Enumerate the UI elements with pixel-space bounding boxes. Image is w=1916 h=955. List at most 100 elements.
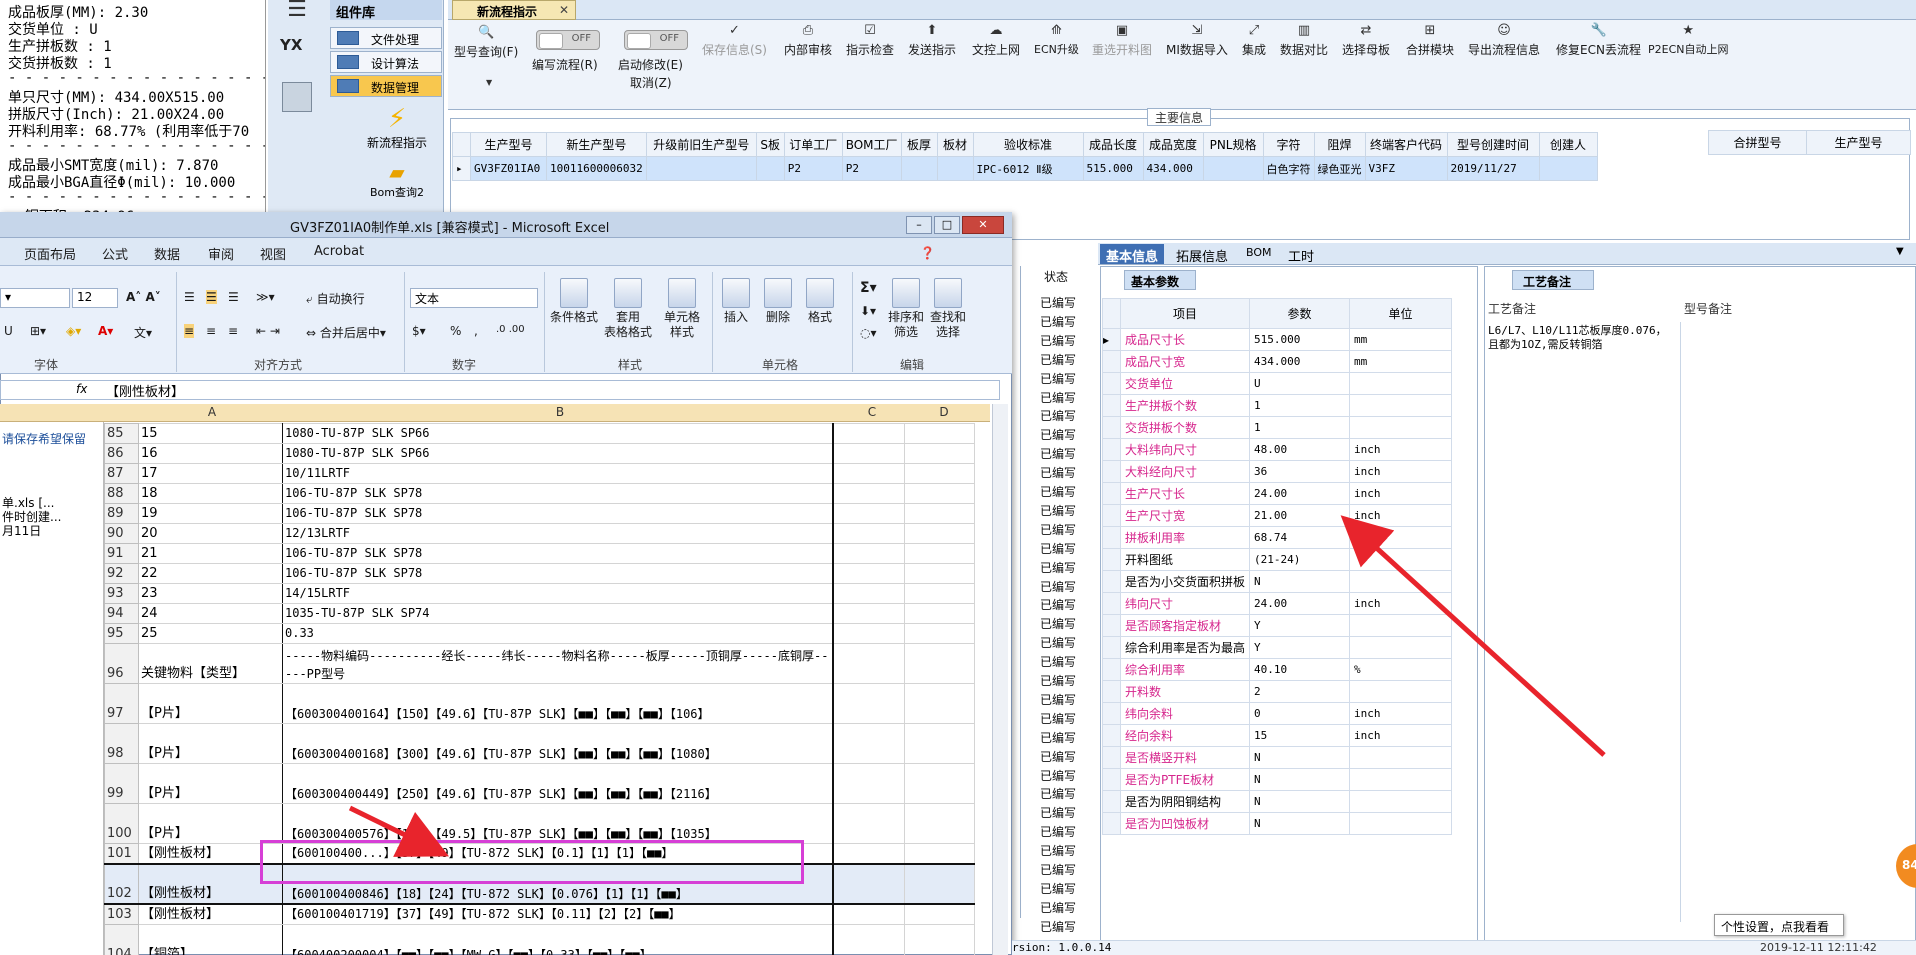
cell-d[interactable] bbox=[904, 443, 975, 464]
formula-value[interactable]: 【刚性板材】 bbox=[106, 381, 184, 400]
send-instruction-button[interactable]: ⬆ 发送指示 bbox=[908, 24, 956, 58]
cell-d[interactable] bbox=[904, 483, 975, 504]
row-number[interactable]: 88 bbox=[104, 483, 139, 504]
menu-review[interactable]: 审阅 bbox=[208, 244, 234, 263]
param-value[interactable]: 434.000 bbox=[1249, 350, 1351, 373]
param-value[interactable]: 68.74 bbox=[1249, 526, 1351, 549]
cell-d[interactable] bbox=[904, 843, 975, 865]
cell-a[interactable]: 【P片】 bbox=[138, 683, 283, 724]
cell-d[interactable] bbox=[904, 423, 975, 444]
param-value[interactable]: 24.00 bbox=[1249, 482, 1351, 505]
cell-d[interactable] bbox=[904, 683, 975, 724]
fill-icon[interactable]: ⬇▾ bbox=[860, 304, 876, 318]
align-center-icon[interactable]: ≡ bbox=[206, 324, 216, 338]
row-number[interactable]: 95 bbox=[104, 623, 139, 644]
sum-icon[interactable]: Σ▾ bbox=[860, 280, 877, 296]
conditional-format-button[interactable]: 条件格式 bbox=[550, 278, 598, 325]
main-cell-12[interactable]: 白色字符 bbox=[1262, 156, 1315, 181]
row-number[interactable]: 97 bbox=[104, 683, 139, 724]
cell-d[interactable] bbox=[904, 543, 975, 564]
insert-button[interactable]: 插入 bbox=[722, 278, 750, 325]
row-number[interactable]: 101 bbox=[104, 843, 139, 865]
currency-icon[interactable]: $▾ bbox=[412, 324, 426, 338]
cell-d[interactable] bbox=[904, 643, 975, 684]
chevron-down-icon[interactable]: ▼ bbox=[1896, 246, 1904, 257]
row-number[interactable]: 103 bbox=[104, 903, 139, 925]
border-icon[interactable]: ⊞▾ bbox=[30, 324, 46, 338]
phonetic-icon[interactable]: 文▾ bbox=[134, 324, 152, 341]
cell-d[interactable] bbox=[904, 503, 975, 524]
cell-a[interactable]: 23 bbox=[138, 583, 283, 604]
cell-c[interactable] bbox=[832, 723, 905, 764]
param-row[interactable]: 生产尺寸长 24.00 inch bbox=[1102, 482, 1453, 505]
main-cell-5[interactable]: P2 bbox=[841, 156, 902, 181]
close-icon[interactable]: ✕ bbox=[962, 216, 1004, 234]
tab-basic-info[interactable]: 基本信息 bbox=[1100, 244, 1165, 265]
data-compare-button[interactable]: ▥ 数据对比 bbox=[1280, 24, 1328, 58]
format-button[interactable]: 格式 bbox=[806, 278, 834, 325]
minimize-icon[interactable]: – bbox=[906, 216, 932, 234]
param-value[interactable]: 2 bbox=[1249, 680, 1351, 703]
select-mother-board-button[interactable]: ⇄ 选择母板 bbox=[1342, 24, 1390, 58]
param-row[interactable]: 综合利用率 40.10% bbox=[1102, 658, 1453, 681]
main-cell-4[interactable]: P2 bbox=[783, 156, 843, 181]
align-left-icon[interactable]: ≡ bbox=[184, 324, 195, 338]
param-row[interactable]: 纬向尺寸 24.00 inch bbox=[1102, 592, 1453, 615]
main-cell-2[interactable] bbox=[645, 156, 757, 181]
cell-a[interactable]: 【P片】 bbox=[138, 723, 283, 764]
main-cell-0[interactable]: GV3FZ01IA0 bbox=[470, 156, 547, 181]
decimal-icon[interactable]: .0 .00 bbox=[496, 324, 525, 335]
cell-a[interactable]: 19 bbox=[138, 503, 283, 524]
param-value[interactable]: N bbox=[1249, 812, 1351, 835]
cell-b[interactable]: 106-TU-87P SLK SP78 bbox=[282, 543, 834, 564]
instruction-check-button[interactable]: ☑ 指示检查 bbox=[846, 24, 894, 58]
comma-icon[interactable]: , bbox=[474, 324, 478, 338]
cell-b[interactable]: 14/15LRTF bbox=[282, 583, 834, 604]
cell-d[interactable] bbox=[904, 803, 975, 844]
merge-module-button[interactable]: ⊞ 合拼模块 bbox=[1406, 24, 1454, 58]
tab-man-hours[interactable]: 工时 bbox=[1282, 244, 1320, 265]
cell-d[interactable] bbox=[904, 583, 975, 604]
param-row[interactable]: 生产拼板个数 1 bbox=[1102, 394, 1453, 417]
nav-item-file-processing[interactable]: 文件处理 bbox=[330, 27, 442, 49]
calculator-icon[interactable] bbox=[282, 82, 312, 112]
align-middle-icon[interactable]: ☰ bbox=[206, 290, 217, 304]
cell-a[interactable]: 24 bbox=[138, 603, 283, 624]
cell-a[interactable]: 【P片】 bbox=[138, 803, 283, 844]
main-cell-15[interactable]: 2019/11/27 bbox=[1446, 156, 1540, 181]
main-cell-3[interactable] bbox=[755, 156, 785, 181]
cell-a[interactable]: 21 bbox=[138, 543, 283, 564]
cell-a[interactable]: 25 bbox=[138, 623, 283, 644]
ecn-upgrade-button[interactable]: ⟰ ECN升级 bbox=[1034, 24, 1079, 57]
cell-b[interactable]: 1035-TU-87P SLK SP74 bbox=[282, 603, 834, 624]
param-value[interactable]: 15 bbox=[1249, 724, 1351, 747]
orientation-icon[interactable]: ≫▾ bbox=[256, 290, 275, 304]
param-value[interactable]: 1 bbox=[1249, 394, 1351, 417]
cell-b[interactable]: 106-TU-87P SLK SP78 bbox=[282, 563, 834, 584]
maximize-icon[interactable]: □ bbox=[934, 216, 960, 234]
param-row[interactable]: 是否顾客指定板材 Y bbox=[1102, 614, 1453, 637]
main-cell-11[interactable] bbox=[1202, 156, 1264, 181]
start-edit-toggle[interactable]: OFF bbox=[624, 30, 688, 50]
wrap-text-button[interactable]: ⤶ 自动换行 bbox=[306, 290, 365, 307]
cell-a[interactable]: 【P片】 bbox=[138, 763, 283, 804]
export-flow-info-button[interactable]: ☺ 导出流程信息 bbox=[1468, 24, 1540, 58]
font-name-dropdown[interactable]: ▾ bbox=[0, 288, 70, 308]
main-cell-7[interactable] bbox=[936, 156, 974, 181]
nav-item-data-management[interactable]: 数据管理 bbox=[330, 75, 442, 97]
cell-b[interactable]: 【600300400164】【150】【49.6】【TU-87P SLK】【■■… bbox=[282, 683, 834, 724]
cell-a[interactable]: 20 bbox=[138, 523, 283, 544]
clear-icon[interactable]: ◌▾ bbox=[860, 326, 877, 340]
cell-b[interactable]: 106-TU-87P SLK SP78 bbox=[282, 483, 834, 504]
main-cell-8[interactable]: IPC-6012 Ⅱ级 bbox=[972, 156, 1084, 181]
row-number[interactable]: 91 bbox=[104, 543, 139, 564]
cell-d[interactable] bbox=[904, 863, 975, 905]
cell-c[interactable] bbox=[832, 483, 905, 504]
row-number[interactable]: 90 bbox=[104, 523, 139, 544]
merge-center-button[interactable]: ⇔ 合并后居中▾ bbox=[306, 324, 386, 341]
cell-b[interactable]: 【600300400576】【150】【49.5】【TU-87P SLK】【■■… bbox=[282, 803, 834, 844]
param-value[interactable]: U bbox=[1249, 372, 1351, 395]
cell-c[interactable] bbox=[832, 563, 905, 584]
main-cell-10[interactable]: 434.000 bbox=[1142, 156, 1204, 181]
row-number[interactable]: 96 bbox=[104, 643, 139, 684]
